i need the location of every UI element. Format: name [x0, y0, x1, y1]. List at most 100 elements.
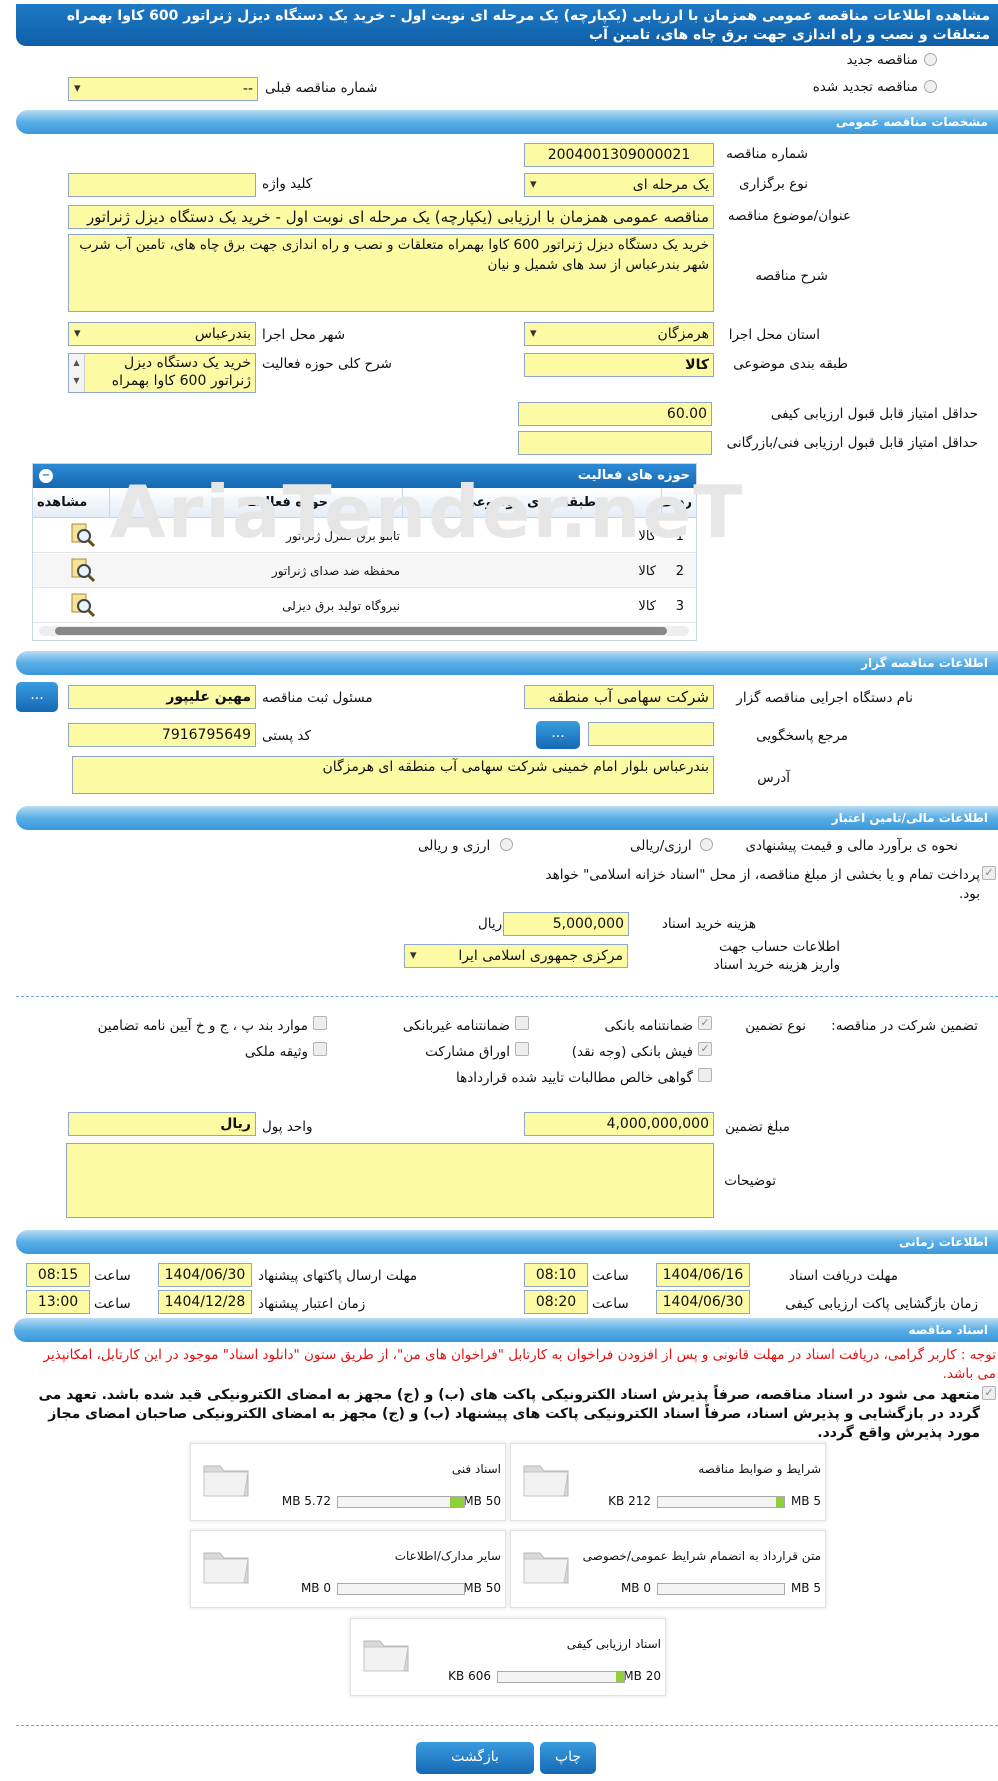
- notes-field[interactable]: [66, 1143, 714, 1218]
- validity-label: زمان اعتبار پیشنهاد: [258, 1296, 366, 1312]
- row-number: 3: [675, 599, 684, 614]
- document-size: 212 KB: [608, 1494, 651, 1508]
- receivables-checkbox[interactable]: [698, 1068, 712, 1082]
- min-tech-label: حداقل امتیاز قابل قبول ارزیابی فنی/بازرگ…: [726, 435, 978, 451]
- new-tender-radio[interactable]: [924, 53, 937, 66]
- folder-icon: [203, 1465, 249, 1497]
- guarantee-amount-field[interactable]: 4,000,000,000: [524, 1112, 714, 1136]
- validity-date-field[interactable]: 1404/12/28: [158, 1290, 252, 1314]
- bonds-label: اوراق مشارکت: [425, 1044, 510, 1060]
- collapse-icon[interactable]: −: [39, 469, 53, 483]
- city-select[interactable]: بندرعباس: [68, 322, 256, 346]
- row-category: کالا: [638, 564, 656, 579]
- postal-field[interactable]: 7916795649: [68, 723, 256, 747]
- document-card[interactable]: شرایط و ضوابط مناقصه 5 MB 212 KB: [510, 1443, 826, 1521]
- bank-receipt-checkbox[interactable]: ✓: [698, 1042, 712, 1056]
- min-tech-field[interactable]: [518, 431, 712, 455]
- account-label: اطلاعات حساب جهت واریز هزینه خرید اسناد: [713, 939, 840, 973]
- estimate-option1-label: ارزی/ریالی: [630, 838, 692, 854]
- ref-field[interactable]: [588, 722, 714, 746]
- send-deadline-label: مهلت ارسال پاکتهای پیشنهاد: [258, 1268, 418, 1284]
- folder-icon: [523, 1552, 569, 1584]
- category-field[interactable]: کالا: [524, 353, 714, 377]
- bank-guarantee-checkbox[interactable]: ✓: [698, 1016, 712, 1030]
- org-name-field[interactable]: شرکت سهامی آب منطقه: [524, 685, 714, 709]
- document-title: اسناد ارزیابی کیفی: [566, 1637, 661, 1651]
- opening-date-field[interactable]: 1404/06/30: [656, 1290, 750, 1314]
- page-title: مشاهده اطلاعات مناقصه عمومی همزمان با ار…: [16, 4, 998, 46]
- back-button[interactable]: بازگشت: [416, 1742, 534, 1774]
- tender-number-field[interactable]: 2004001309000021: [524, 143, 714, 167]
- keyword-label: کلید واژه: [262, 176, 313, 192]
- property-checkbox[interactable]: [313, 1042, 327, 1056]
- postal-label: کد پستی: [262, 728, 311, 744]
- bonds-checkbox[interactable]: [515, 1042, 529, 1056]
- folder-icon: [203, 1552, 249, 1584]
- prev-number-select[interactable]: --: [68, 77, 258, 101]
- registrar-field[interactable]: مهین علیپور: [68, 685, 256, 709]
- document-card[interactable]: اسناد ارزیابی کیفی 20 MB 606 KB: [350, 1618, 666, 1696]
- estimate-option2-radio[interactable]: [500, 838, 513, 851]
- property-label: وثیقه ملکی: [244, 1044, 308, 1060]
- renewed-tender-radio[interactable]: [924, 80, 937, 93]
- address-field[interactable]: بندرعباس بلوار امام خمینی شرکت سهامی آب …: [72, 756, 714, 794]
- renewed-tender-label: مناقصه تجدید شده: [812, 79, 918, 95]
- view-details-icon[interactable]: [69, 557, 96, 583]
- view-details-icon[interactable]: [69, 522, 96, 548]
- document-title: اسناد فنی: [451, 1462, 501, 1476]
- progress-fill: [616, 1672, 624, 1682]
- holding-type-select[interactable]: یک مرحله ای: [524, 173, 714, 197]
- send-date-field[interactable]: 1404/06/30: [158, 1263, 252, 1287]
- currency-field[interactable]: ریال: [68, 1112, 256, 1136]
- pledge-checkbox[interactable]: ✓: [982, 1386, 996, 1400]
- guarantee-type-label: نوع تضمین: [745, 1018, 806, 1034]
- table-row[interactable]: 3 کالا نیروگاه تولید برق دیزلی: [33, 589, 696, 623]
- doc-fee-label: هزینه خرید اسناد: [661, 916, 756, 932]
- activity-desc-label: شرح کلی حوزه فعالیت: [262, 356, 392, 372]
- documents-section-header: اسناد مناقصه: [14, 1318, 998, 1342]
- documents-notice: توجه : کاربر گرامی، دریافت اسناد در مهلت…: [43, 1347, 996, 1382]
- document-card[interactable]: اسناد فنی 50 MB 5.72 MB: [190, 1443, 506, 1521]
- document-card[interactable]: متن قرارداد به انضمام شرایط عمومی/خصوصی …: [510, 1530, 826, 1608]
- document-size: 0 MB: [300, 1581, 331, 1595]
- estimate-option2-label: ارزی و ریالی: [418, 838, 491, 854]
- receive-date-field[interactable]: 1404/06/16: [656, 1263, 750, 1287]
- activity-scrollbar[interactable]: ▲ ▼: [69, 354, 85, 392]
- validity-time-field[interactable]: 13:00: [26, 1290, 90, 1314]
- org-name-label: نام دستگاه اجرایی مناقصه گزار: [736, 690, 913, 706]
- view-details-icon[interactable]: [69, 592, 96, 618]
- receivables-label: گواهی خالص مطالبات تایید شده قراردادها: [456, 1070, 693, 1086]
- activity-desc-field[interactable]: خرید یک دستگاه دیزل ژنراتور 600 کاوا بهم…: [68, 353, 256, 393]
- pledge-text: متعهد می شود در اسناد مناقصه، صرفاً پذیر…: [38, 1387, 981, 1441]
- treasury-checkbox[interactable]: ✓: [982, 866, 996, 880]
- receive-time-label: ساعت: [592, 1268, 629, 1284]
- receive-time-field[interactable]: 08:10: [524, 1263, 588, 1287]
- description-field[interactable]: خرید یک دستگاه دیزل ژنراتور 600 کاوا بهم…: [68, 234, 714, 312]
- nonbank-guarantee-checkbox[interactable]: [515, 1016, 529, 1030]
- document-title: متن قرارداد به انضمام شرایط عمومی/خصوصی: [582, 1549, 821, 1563]
- subject-field[interactable]: مناقصه عمومی همزمان با ارزیابی (یکپارچه)…: [68, 205, 714, 229]
- opening-time-field[interactable]: 08:20: [524, 1290, 588, 1314]
- table-row[interactable]: 2 کالا محفظه ضد صدای ژنراتور: [33, 554, 696, 588]
- regulation-items-checkbox[interactable]: [313, 1016, 327, 1030]
- registrar-lookup-button[interactable]: ...: [16, 682, 58, 712]
- keyword-field[interactable]: [68, 173, 256, 197]
- guarantee-label: تضمین شرکت در مناقصه:: [831, 1018, 978, 1034]
- notes-label: توضیحات: [724, 1173, 776, 1189]
- document-card[interactable]: سایر مدارک/اطلاعات 50 MB 0 MB: [190, 1530, 506, 1608]
- validity-hour-label: ساعت: [94, 1296, 131, 1312]
- account-select[interactable]: مرکزی جمهوری اسلامی ایرا: [404, 944, 628, 968]
- folder-icon: [523, 1465, 569, 1497]
- organizer-section-header: اطلاعات مناقصه گزار: [16, 651, 998, 675]
- ref-lookup-button[interactable]: ...: [536, 721, 580, 749]
- send-time-field[interactable]: 08:15: [26, 1263, 90, 1287]
- scroll-thumb[interactable]: [55, 627, 667, 635]
- doc-fee-field[interactable]: 5,000,000: [503, 912, 629, 936]
- province-select[interactable]: هرمزگان: [524, 322, 714, 346]
- grid-hscrollbar[interactable]: [39, 626, 689, 636]
- subject-label: عنوان/موضوع مناقصه: [727, 208, 851, 224]
- min-quality-field[interactable]: 60.00: [518, 402, 712, 426]
- print-button[interactable]: چاپ: [540, 1742, 596, 1774]
- estimate-option1-radio[interactable]: [700, 838, 713, 851]
- number-label: شماره مناقصه: [726, 146, 808, 162]
